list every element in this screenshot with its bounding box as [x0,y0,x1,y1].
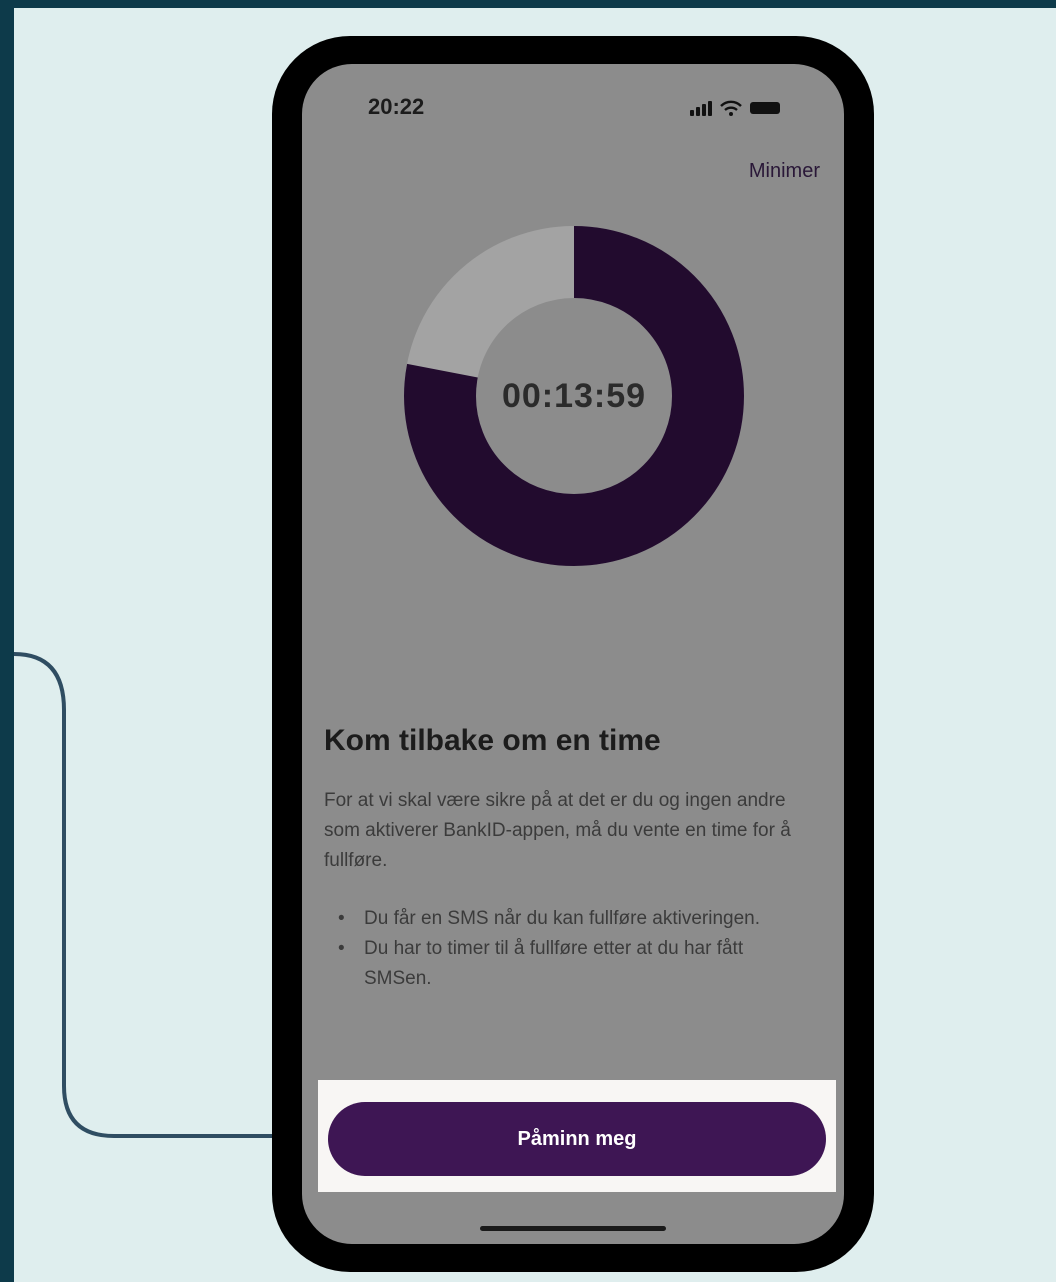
page-title: Kom tilbake om en time [324,724,661,757]
countdown-ring: 00:13:59 [402,224,746,568]
home-indicator[interactable] [480,1226,666,1231]
battery-icon [750,102,780,114]
signal-icon [690,100,712,116]
status-icons [690,96,780,116]
countdown-time: 00:13:59 [501,376,647,415]
list-item: Du har to timer til å fullføre etter at … [324,934,814,994]
remind-me-button[interactable]: Påminn meg [328,1102,826,1176]
phone-screen: 20:22 Minimer 00:13:59 Kom tilbake om en… [302,64,844,1244]
list-item: Du får en SMS når du kan fullføre aktive… [324,904,814,934]
wifi-icon [720,100,742,116]
description-text: For at vi skal være sikre på at det er d… [324,790,791,871]
status-time: 20:22 [368,94,425,119]
info-list: Du får en SMS når du kan fullføre aktive… [324,904,814,994]
minimize-link[interactable]: Minimer [749,160,820,183]
